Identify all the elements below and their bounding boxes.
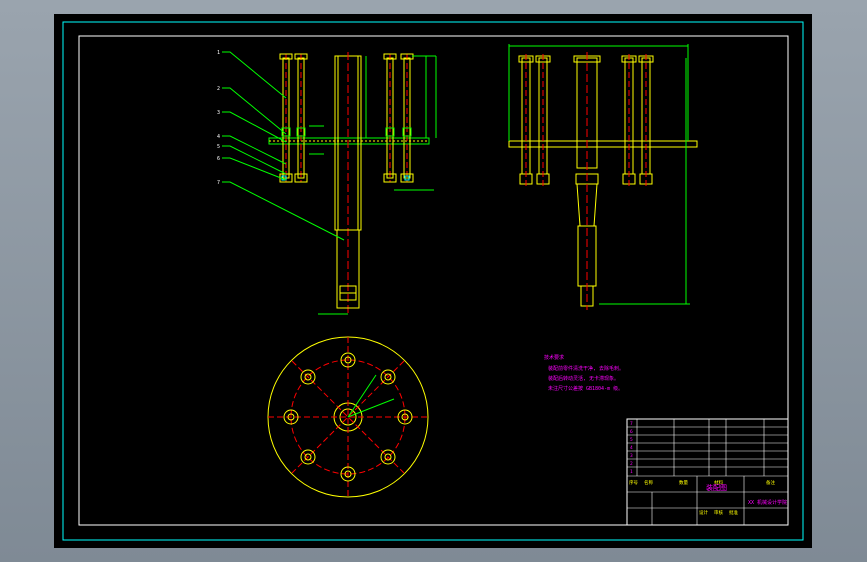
cad-viewport[interactable]: 1 2 3 4 5 6 7 技术要求 装配前零件清洗干净, 去除毛刺。 装配后转… <box>54 14 812 548</box>
drawing-frame <box>78 35 789 526</box>
balloon-labels: 1 2 3 4 5 6 7 <box>217 50 220 186</box>
tb-sign: 审核 <box>714 509 723 516</box>
rod-group-right <box>383 53 414 183</box>
tb-row: 5 <box>630 437 633 443</box>
tb-header: 数量 <box>679 479 688 486</box>
assembly-drawing: 1 2 3 4 5 6 7 技术要求 装配前零件清洗干净, 去除毛刺。 装配后转… <box>62 21 804 541</box>
balloon-6: 6 <box>217 156 220 162</box>
dimension-lines <box>309 55 437 315</box>
top-view-flange <box>267 336 429 498</box>
balloon-7: 7 <box>217 180 220 186</box>
tb-header: 序号 <box>629 479 638 486</box>
side-rods <box>518 55 654 185</box>
side-view <box>508 44 698 310</box>
note-line: 未注尺寸公差按 GB1804-m 级。 <box>548 385 623 392</box>
balloon-4: 4 <box>217 134 220 140</box>
outer-border <box>62 21 804 541</box>
tb-row: 3 <box>630 453 633 459</box>
tb-row: 2 <box>630 461 633 467</box>
notes-heading: 技术要求 <box>544 354 564 361</box>
balloon-2: 2 <box>217 86 220 92</box>
tb-sign: 设计 <box>699 509 708 516</box>
tb-row: 4 <box>630 445 633 451</box>
note-line: 装配前零件清洗干净, 去除毛刺。 <box>548 365 624 372</box>
tb-row: 7 <box>630 421 633 427</box>
title-block: 7 6 5 4 3 2 1 序号 名称 数量 材料 备注 设计 审核 批准 装配… <box>626 418 789 526</box>
tb-row: 6 <box>630 429 633 435</box>
note-line: 装配后转动灵活, 无卡滞现象。 <box>548 375 619 382</box>
side-plate <box>508 140 698 148</box>
tb-sign: 批准 <box>729 509 738 516</box>
tb-header: 名称 <box>644 479 653 486</box>
technical-notes: 技术要求 装配前零件清洗干净, 去除毛刺。 装配后转动灵活, 无卡滞现象。 未注… <box>544 354 624 392</box>
balloon-5: 5 <box>217 144 220 150</box>
front-section-view: 1 2 3 4 5 6 7 <box>217 50 437 315</box>
tb-header: 备注 <box>766 479 775 486</box>
drawing-name: 装配图 <box>706 483 727 492</box>
balloon-1: 1 <box>217 50 220 56</box>
balloon-3: 3 <box>217 110 220 116</box>
tb-row: 1 <box>630 469 633 475</box>
school-name: XX 机械设计学院 <box>748 499 787 506</box>
